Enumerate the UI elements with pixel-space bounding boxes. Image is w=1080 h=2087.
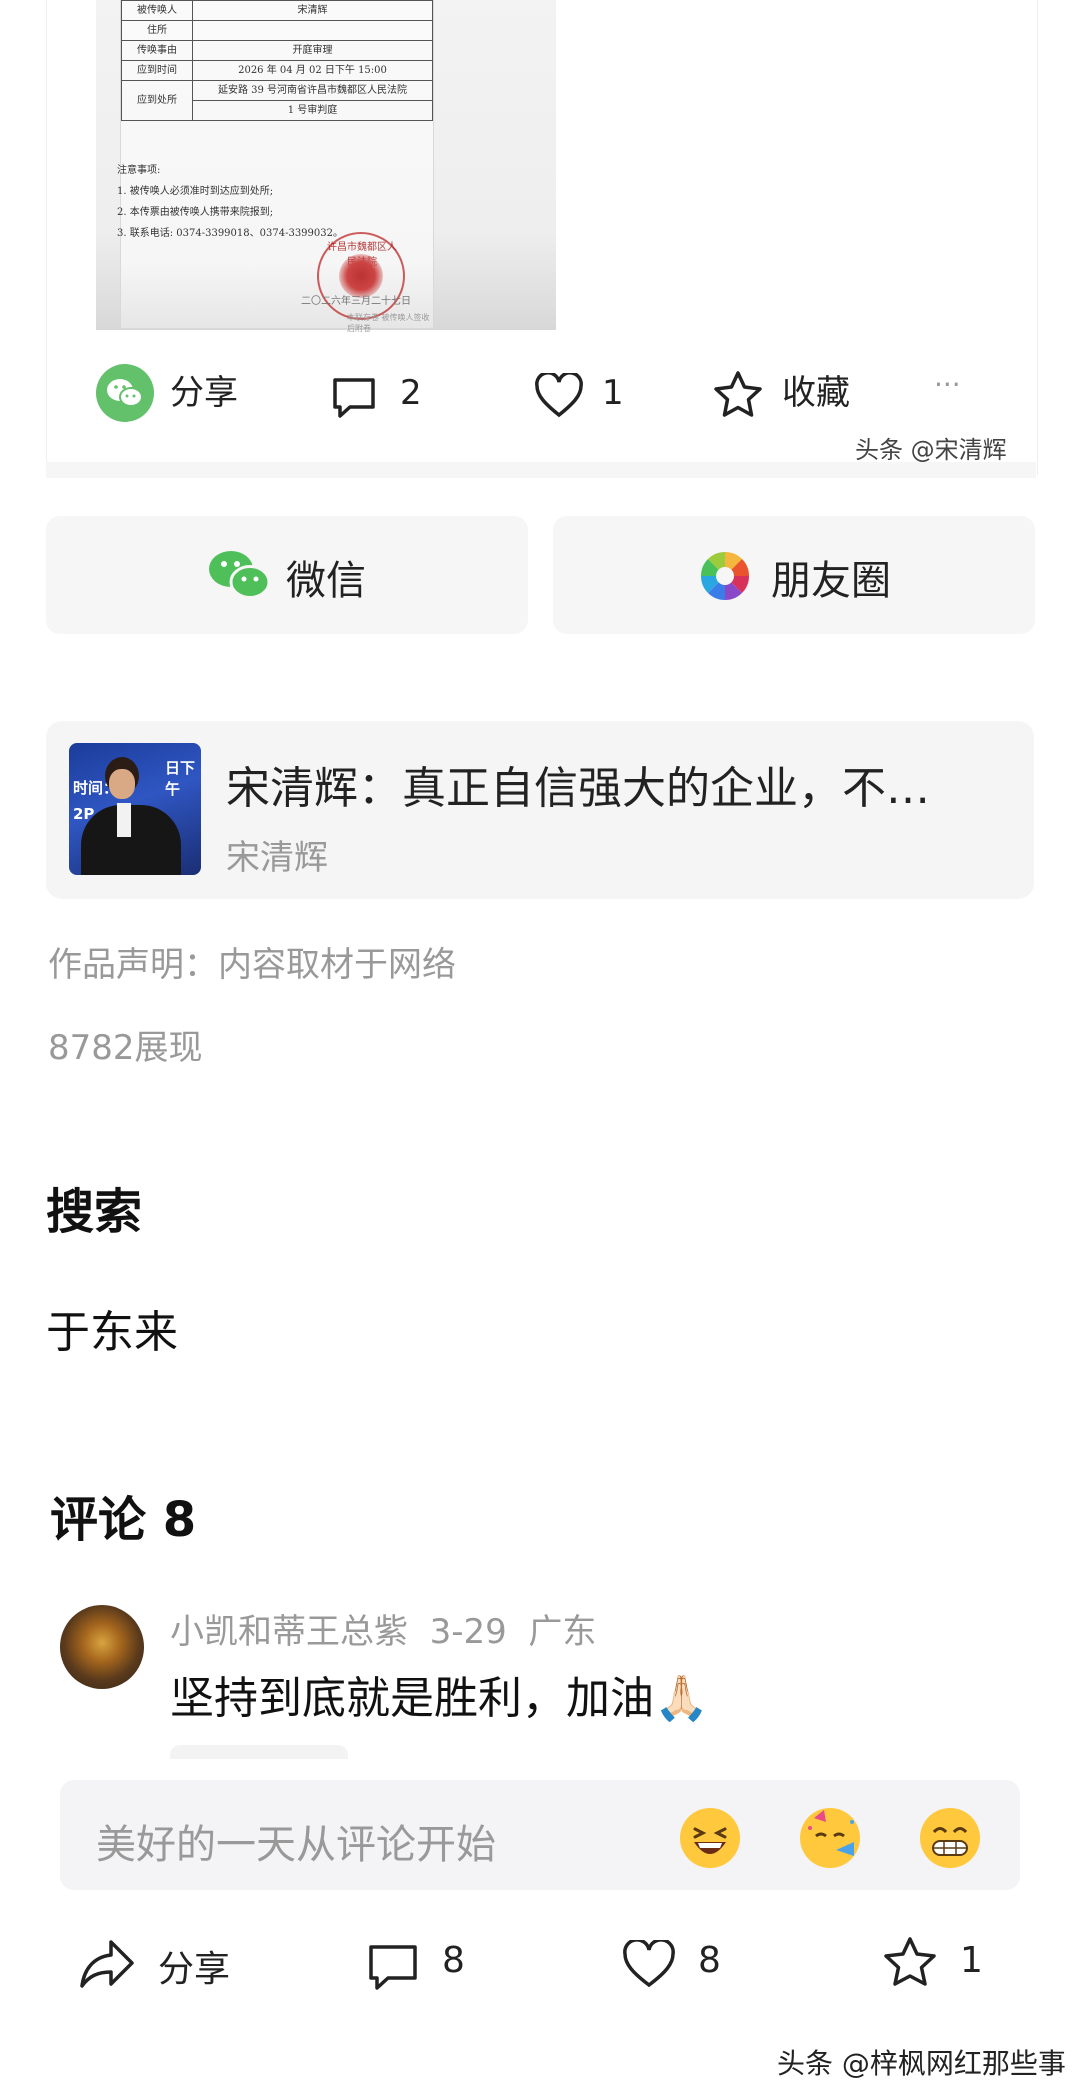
collect-label[interactable]: 收藏 xyxy=(782,358,850,428)
summons-label: 传唤事由 xyxy=(121,40,193,61)
sign-date: 二〇二六年三月二十七日 xyxy=(301,296,411,307)
summons-label: 应到处所 xyxy=(121,80,193,121)
comments-heading: 评论 8 xyxy=(50,1492,197,1548)
bottom-comment-count: 8 xyxy=(442,1940,465,1981)
content-statement: 作品声明：内容取材于网络 xyxy=(48,945,456,985)
bottom-heart-icon[interactable] xyxy=(622,1938,676,1990)
source-credit-watermark: 头条 @梓枫网红那些事 xyxy=(777,2047,1066,2080)
bottom-share-label[interactable]: 分享 xyxy=(158,1940,230,1992)
star-icon[interactable] xyxy=(712,370,764,420)
sign-note: 本联存卷 被传唤人签收后附卷 xyxy=(347,313,430,333)
beaming-face-icon[interactable] xyxy=(920,1808,980,1868)
summons-label: 被传唤人 xyxy=(121,0,193,21)
grinning-squint-face-icon[interactable] xyxy=(680,1808,740,1868)
reply-preview[interactable] xyxy=(170,1745,348,1759)
comment-icon[interactable] xyxy=(330,375,378,421)
bottom-comment-icon[interactable] xyxy=(366,1942,420,1994)
like-count: 1 xyxy=(602,373,624,413)
wechat-icon xyxy=(206,546,272,604)
summons-value xyxy=(192,20,433,41)
comment-meta: 小凯和蒂王总紫 3-29 广东 xyxy=(170,1604,596,1653)
related-article-title[interactable]: 宋清辉：真正自信强大的企业，不… xyxy=(226,752,1006,816)
notes-title: 注意事项: xyxy=(117,165,161,176)
person-shirt xyxy=(117,803,131,837)
comment-username[interactable]: 小凯和蒂王总紫 xyxy=(170,1612,408,1652)
summons-value: 开庭审理 xyxy=(192,40,433,61)
wechat-share-icon[interactable] xyxy=(96,364,154,422)
summons-table: 被传唤人 宋清辉 住所 传唤事由 开庭审理 应到时间 2026 年 04 月 02 日… xyxy=(121,0,433,121)
person-suit xyxy=(81,805,181,875)
court-summons-image[interactable]: 被传唤人 宋清辉 住所 传唤事由 开庭审理 应到时间 2026 年 04 月 02 日… xyxy=(117,0,434,333)
summons-value: 2026 年 04 月 02 日下午 15:00 xyxy=(192,60,433,81)
bottom-like-count: 8 xyxy=(698,1940,721,1981)
summons-value: 延安路 39 号河南省许昌市魏都区人民法院 xyxy=(192,80,433,101)
note-line: 1. 被传唤人必须准时到达应到处所; xyxy=(117,186,274,197)
bottom-collect-count: 1 xyxy=(960,1940,983,1981)
thumb-text: 日下午 xyxy=(165,759,196,798)
moments-share-button[interactable]: 朋友圈 xyxy=(553,516,1035,634)
comment-location: 广东 xyxy=(528,1612,597,1652)
summons-notes: 注意事项: 1. 被传唤人必须准时到达应到处所; 2. 本传票由被传唤人携带来院… xyxy=(117,160,417,244)
summons-label: 应到时间 xyxy=(121,60,193,81)
partying-face-icon[interactable] xyxy=(800,1808,860,1868)
bottom-star-icon[interactable] xyxy=(882,1936,938,1990)
image-watermark: 头条 @宋清辉 xyxy=(855,436,1007,464)
comment-input-placeholder[interactable]: 美好的一天从评论开始 xyxy=(96,1812,496,1870)
avatar[interactable] xyxy=(60,1605,144,1689)
moments-icon xyxy=(699,550,751,602)
person-face xyxy=(109,769,135,799)
heart-icon[interactable] xyxy=(534,371,584,419)
comment-count: 2 xyxy=(400,373,422,413)
wechat-label: 微信 xyxy=(286,558,366,604)
wechat-share-button[interactable]: 微信 xyxy=(46,516,528,634)
share-label[interactable]: 分享 xyxy=(170,358,238,428)
summons-label: 住所 xyxy=(121,20,193,41)
related-article-author: 宋清辉 xyxy=(226,838,328,878)
view-count: 8782展现 xyxy=(48,1028,203,1068)
moments-label: 朋友圈 xyxy=(771,558,891,604)
related-article-thumbnail: 时间： 日下午 2P xyxy=(69,743,201,875)
more-icon[interactable]: ··· xyxy=(934,368,961,401)
search-suggestion[interactable]: 于东来 xyxy=(46,1296,178,1360)
note-line: 2. 本传票由被传唤人携带来院报到; xyxy=(117,207,274,218)
comment-text: 坚持到底就是胜利，加油🙏🏻 xyxy=(170,1673,709,1724)
summons-value: 宋清辉 xyxy=(192,0,433,21)
comment-date: 3-29 xyxy=(429,1612,507,1652)
share-arrow-icon[interactable] xyxy=(78,1936,136,1992)
search-heading: 搜索 xyxy=(46,1184,143,1240)
summons-value: 1 号审判庭 xyxy=(192,100,433,121)
